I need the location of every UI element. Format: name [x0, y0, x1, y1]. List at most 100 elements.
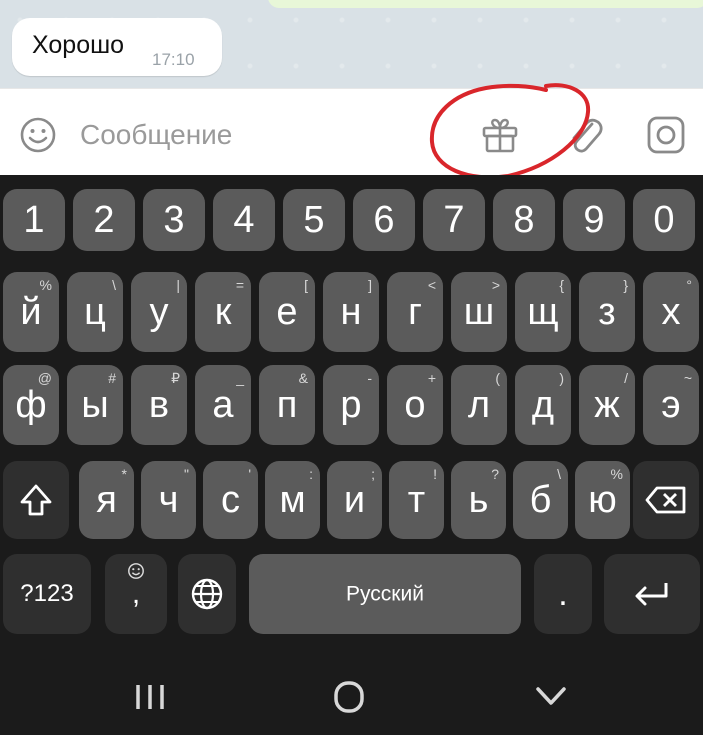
key-ь-hint: ? — [491, 466, 499, 482]
key-т[interactable]: т! — [389, 461, 444, 539]
key-р[interactable]: р- — [323, 365, 379, 445]
key-0[interactable]: 0 — [633, 189, 695, 251]
key-л[interactable]: л( — [451, 365, 507, 445]
key-х[interactable]: х ° — [643, 272, 699, 352]
key-э[interactable]: э ~ — [643, 365, 699, 445]
key-т-label: т — [407, 479, 426, 521]
key-ь[interactable]: ь? — [451, 461, 506, 539]
key-ы-label: ы — [81, 384, 109, 426]
space-key[interactable]: Русский — [249, 554, 521, 634]
key-1[interactable]: 1 — [3, 189, 65, 251]
symbols-key[interactable]: ?123 — [3, 554, 91, 634]
symbols-key-label: ?123 — [20, 580, 74, 607]
period-key[interactable]: . — [534, 554, 592, 634]
key-э-hint: ~ — [683, 370, 692, 386]
home-icon[interactable] — [324, 677, 374, 717]
comma-key[interactable]: , — [105, 554, 167, 634]
key-ч-hint: " — [184, 466, 189, 482]
key-у[interactable]: у | — [131, 272, 187, 352]
enter-key[interactable] — [604, 554, 700, 634]
key-б[interactable]: б \ — [513, 461, 568, 539]
key-й[interactable]: й% — [3, 272, 59, 352]
gift-icon[interactable] — [478, 115, 522, 155]
key-6[interactable]: 6 — [353, 189, 415, 251]
key-щ[interactable]: щ{ — [515, 272, 571, 352]
emoji-hint-icon — [128, 563, 144, 579]
key-0-label: 0 — [653, 199, 675, 241]
key-ф-label: ф — [15, 384, 47, 426]
key-й-label: й — [20, 291, 42, 333]
key-з[interactable]: з} — [579, 272, 635, 352]
paperclip-icon[interactable] — [563, 113, 607, 157]
recent-apps-icon[interactable] — [126, 677, 176, 717]
key-о-hint: + — [427, 370, 436, 386]
key-ь-label: ь — [468, 479, 489, 521]
key-н[interactable]: н] — [323, 272, 379, 352]
key-н-label: н — [340, 291, 362, 333]
emoji-icon[interactable] — [18, 115, 58, 155]
key-4-label: 4 — [233, 199, 255, 241]
key-г[interactable]: г < — [387, 272, 443, 352]
language-key[interactable] — [178, 554, 236, 634]
key-в[interactable]: в ₽ — [131, 365, 187, 445]
key-8[interactable]: 8 — [493, 189, 555, 251]
key-9-label: 9 — [583, 199, 605, 241]
key-т-hint: ! — [433, 466, 437, 482]
key-4[interactable]: 4 — [213, 189, 275, 251]
key-х-label: х — [661, 291, 681, 333]
key-ф[interactable]: ф @ — [3, 365, 59, 445]
key-л-label: л — [467, 384, 491, 426]
key-9[interactable]: 9 — [563, 189, 625, 251]
key-ж[interactable]: ж / — [579, 365, 635, 445]
message-timestamp: 17:10 — [152, 50, 195, 69]
key-х-hint: ° — [686, 277, 692, 293]
key-ч-label: ч — [158, 479, 179, 521]
message-input[interactable] — [80, 115, 380, 155]
shift-key[interactable] — [3, 461, 69, 539]
globe-icon — [191, 578, 223, 610]
backspace-key[interactable] — [633, 461, 699, 539]
key-5[interactable]: 5 — [283, 189, 345, 251]
key-ж-label: ж — [594, 384, 620, 426]
key-ы-hint: # — [108, 370, 116, 386]
key-м-label: м — [279, 479, 306, 521]
key-ш[interactable]: ш > — [451, 272, 507, 352]
key-и[interactable]: и; — [327, 461, 382, 539]
key-м[interactable]: м: — [265, 461, 320, 539]
key-п-label: п — [276, 384, 298, 426]
back-chevron-icon[interactable] — [526, 677, 576, 717]
period-key-label: . — [558, 575, 568, 613]
camera-icon[interactable] — [644, 113, 688, 157]
key-к[interactable]: к = — [195, 272, 251, 352]
key-г-hint: < — [427, 277, 436, 293]
key-ш-hint: > — [491, 277, 500, 293]
comma-key-label: , — [131, 577, 141, 610]
key-с[interactable]: с ' — [203, 461, 258, 539]
key-у-hint: | — [176, 277, 180, 293]
key-ц-label: ц — [84, 291, 106, 333]
key-я[interactable]: я * — [79, 461, 134, 539]
key-з-hint: } — [623, 277, 628, 293]
key-ж-hint: / — [624, 370, 628, 386]
key-6-label: 6 — [373, 199, 395, 241]
backspace-icon — [645, 486, 686, 514]
key-ы[interactable]: ы # — [67, 365, 123, 445]
key-ю[interactable]: ю% — [575, 461, 630, 539]
key-ц[interactable]: ц \ — [67, 272, 123, 352]
key-е[interactable]: е[ — [259, 272, 315, 352]
key-а[interactable]: а _ — [195, 365, 251, 445]
key-2[interactable]: 2 — [73, 189, 135, 251]
key-э-label: э — [661, 384, 681, 426]
key-3[interactable]: 3 — [143, 189, 205, 251]
space-key-label: Русский — [346, 582, 424, 606]
key-7[interactable]: 7 — [423, 189, 485, 251]
key-д[interactable]: д) — [515, 365, 571, 445]
key-ч[interactable]: ч " — [141, 461, 196, 539]
key-д-hint: ) — [559, 370, 564, 386]
key-б-label: б — [529, 479, 552, 521]
key-о[interactable]: о + — [387, 365, 443, 445]
key-п[interactable]: п & — [259, 365, 315, 445]
incoming-message-bubble[interactable]: Хорошо 17:10 — [12, 18, 222, 76]
key-с-hint: ' — [248, 466, 251, 482]
key-щ-hint: { — [559, 277, 564, 293]
